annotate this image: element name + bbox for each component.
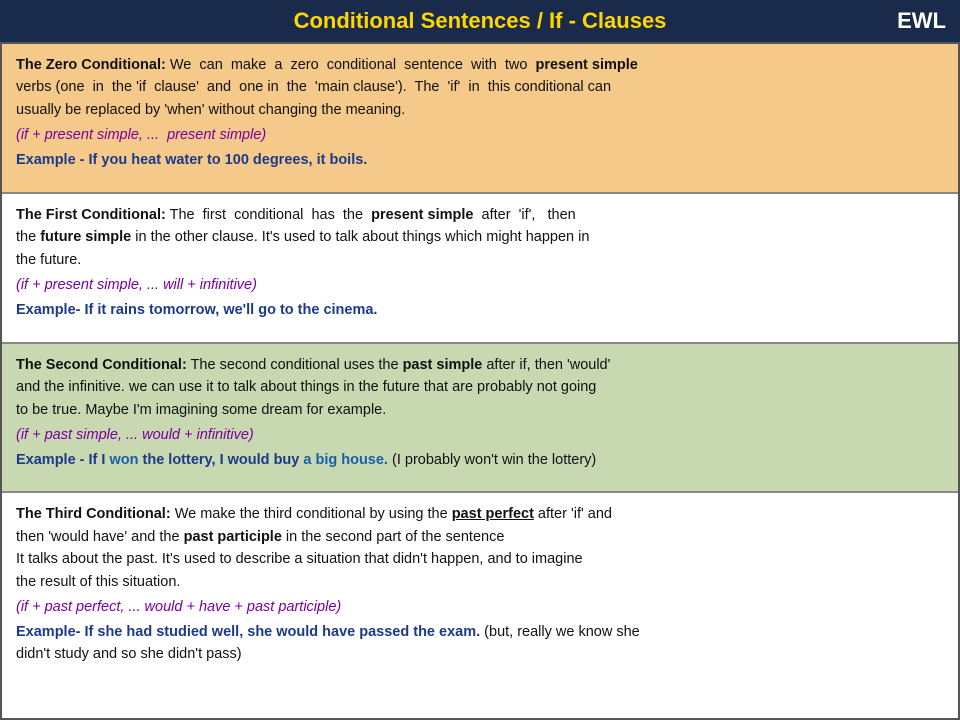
header: Conditional Sentences / If - Clauses EWL [0, 0, 960, 42]
third-example-text: Example- If she had studied well, she wo… [16, 624, 480, 640]
third-formula: (if + past perfect, ... would + have + p… [16, 596, 944, 618]
zero-present-simple: present simple [536, 57, 638, 73]
zero-example: Example - If you heat water to 100 degre… [16, 149, 944, 171]
second-example-pre: Example - If I [16, 452, 109, 468]
first-body1: The first conditional has the [170, 207, 372, 223]
first-title: The First Conditional: [16, 207, 166, 223]
first-conditional-section: The First Conditional: The first conditi… [2, 194, 958, 344]
first-present-simple: present simple [371, 207, 473, 223]
second-example: Example - If I won the lottery, I would … [16, 449, 944, 471]
content-area: The Zero Conditional: We can make a zero… [0, 42, 960, 720]
zero-body: We can make a zero conditional sentence … [170, 57, 536, 73]
first-future-simple: future simple [40, 229, 131, 245]
third-title: The Third Conditional: [16, 506, 171, 522]
second-conditional-section: The Second Conditional: The second condi… [2, 344, 958, 494]
third-body3: in the second part of the sentence [282, 529, 504, 545]
second-example-mid: the lottery, I [138, 452, 227, 468]
third-example: Example- If she had studied well, she wo… [16, 621, 944, 666]
zero-conditional-section: The Zero Conditional: We can make a zero… [2, 44, 958, 194]
zero-title: The Zero Conditional: [16, 57, 166, 73]
second-formula: (if + past simple, ... would + infinitiv… [16, 424, 944, 446]
zero-formula: (if + present simple, ... present simple… [16, 124, 944, 146]
third-conditional-section: The Third Conditional: We make the third… [2, 493, 958, 718]
second-title: The Second Conditional: [16, 357, 187, 373]
second-body: The second conditional uses the [191, 357, 403, 373]
third-past-participle: past participle [184, 529, 282, 545]
first-example: Example- If it rains tomorrow, we'll go … [16, 299, 944, 321]
third-body4: It talks about the past. It's used to de… [16, 551, 583, 589]
third-past-perfect: past perfect [452, 506, 534, 522]
second-past-simple: past simple [403, 357, 483, 373]
second-would-buy: would buy [228, 452, 300, 468]
second-parenthetical: (I probably won't win the lottery) [388, 452, 596, 468]
page-title: Conditional Sentences / If - Clauses [294, 8, 667, 34]
first-formula: (if + present simple, ... will + infinit… [16, 274, 944, 296]
third-body1: We make the third conditional by using t… [175, 506, 452, 522]
zero-body2: verbs (one in the 'if clause' and one in… [16, 79, 611, 117]
second-house: a big house. [299, 452, 388, 468]
ewl-label: EWL [897, 8, 946, 34]
second-won: won [109, 452, 138, 468]
